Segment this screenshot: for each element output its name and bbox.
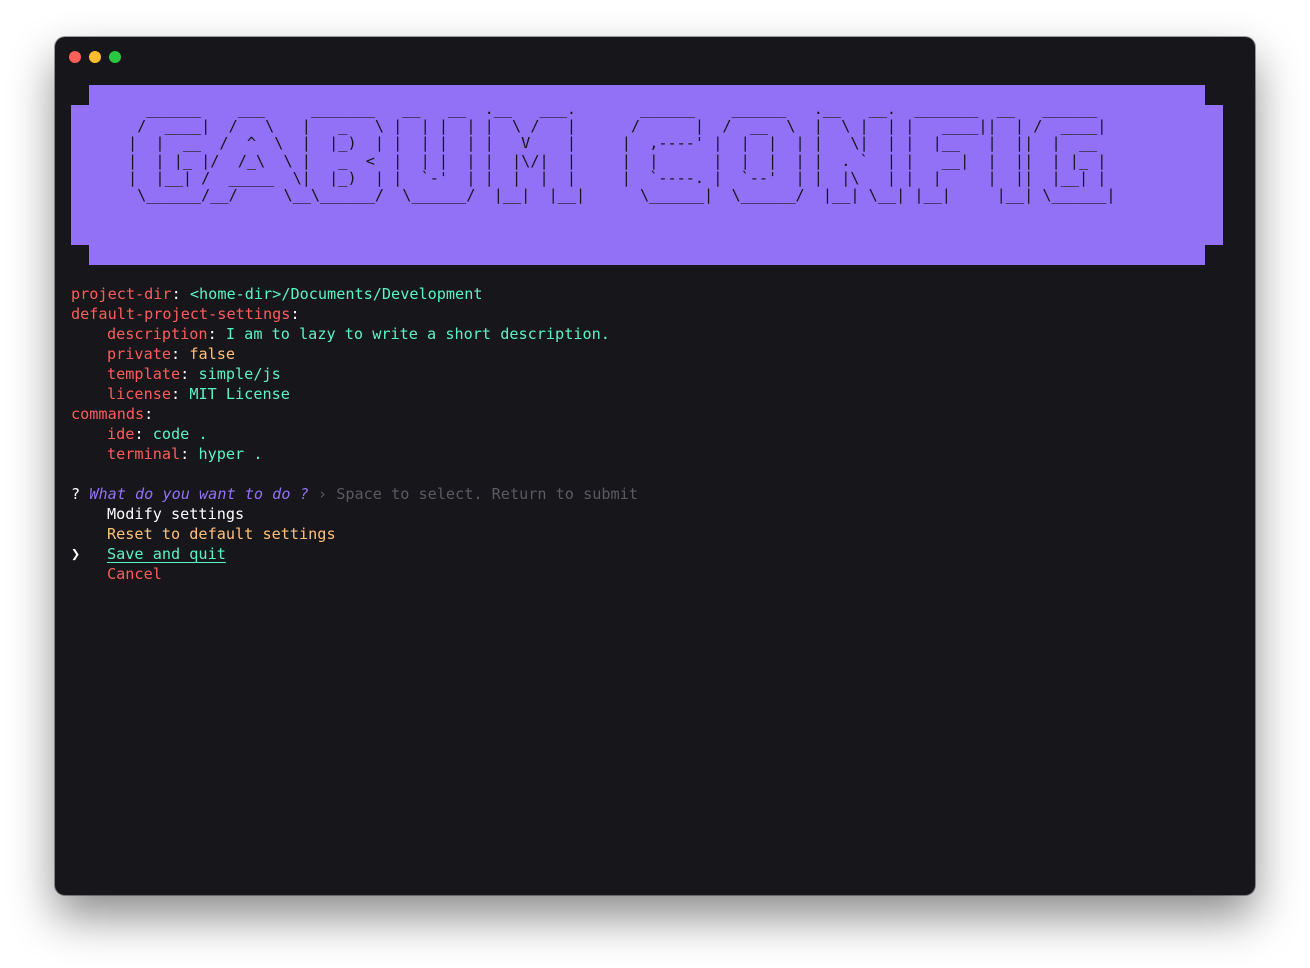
config-line-description: description: I am to lazy to write a sho… (107, 325, 610, 343)
terminal-output: project-dir: <home-dir>/Documents/Develo… (71, 284, 638, 584)
config-line-default-project-settings: default-project-settings: (71, 305, 300, 323)
config-line-license: license: MIT License (107, 385, 290, 403)
minimize-window-button[interactable] (89, 51, 101, 63)
config-line-private: private: false (107, 345, 236, 363)
close-window-button[interactable] (69, 51, 81, 63)
maximize-window-button[interactable] (109, 51, 121, 63)
config-value: simple/js (198, 365, 281, 383)
window-controls (69, 51, 121, 63)
config-value: hyper . (198, 445, 263, 463)
option-reset-to-default[interactable]: Reset to default settings (71, 524, 638, 544)
config-value: I am to lazy to write a short descriptio… (225, 325, 610, 343)
config-key: license (107, 385, 172, 403)
config-value: false (189, 345, 236, 363)
config-line-commands: commands: (71, 405, 154, 423)
config-line-terminal: terminal: hyper . (107, 445, 263, 463)
config-key: commands (71, 405, 145, 423)
terminal-window: ______ ___ _______ __ __ .__ ___. ______… (55, 37, 1255, 895)
banner-ascii-art: ______ ___ _______ __ __ .__ ___. ______… (128, 100, 1116, 205)
gabum-config-banner: ______ ___ _______ __ __ .__ ___. ______… (71, 85, 1223, 265)
config-key: terminal (107, 445, 181, 463)
option-save-and-quit[interactable]: Save and quit (71, 544, 226, 564)
config-key: template (107, 365, 181, 383)
prompt-question-line: ? What do you want to do ? › Space to se… (71, 484, 638, 504)
prompt-question: What do you want to do ? (89, 485, 309, 503)
config-value: MIT License (189, 385, 290, 403)
option-cancel[interactable]: Cancel (71, 564, 638, 584)
config-value: code . (152, 425, 208, 443)
selection-pointer-icon: ❯ (71, 545, 81, 563)
banner-left-edge (71, 105, 89, 245)
option-modify-settings[interactable]: Modify settings (71, 504, 638, 524)
banner-right-edge (1205, 105, 1223, 245)
config-line-template: template: simple/js (107, 365, 281, 383)
config-key: ide (107, 425, 135, 443)
config-line-project-dir: project-dir: <home-dir>/Documents/Develo… (71, 285, 483, 303)
config-key: private (107, 345, 172, 363)
config-key: project-dir (71, 285, 172, 303)
config-value: <home-dir>/Documents/Development (189, 285, 483, 303)
config-line-ide: ide: code . (107, 425, 208, 443)
prompt-question-mark: ? (71, 485, 81, 503)
prompt-hint: › Space to select. Return to submit (317, 485, 638, 503)
config-key: description (107, 325, 208, 343)
option-row-save-and-quit[interactable]: ❯ Save and quit (71, 544, 638, 564)
config-key: default-project-settings (71, 305, 291, 323)
